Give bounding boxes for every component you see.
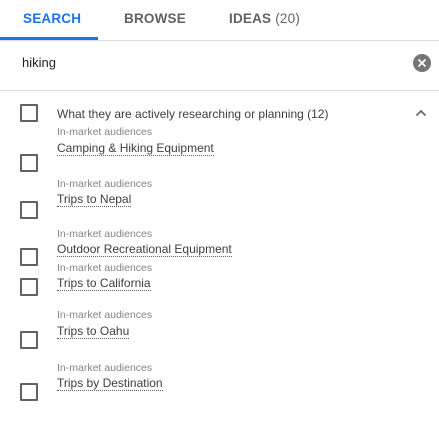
chevron-up-icon: [415, 109, 427, 117]
close-icon: [418, 59, 426, 67]
item-label[interactable]: Outdoor Recreational Equipment: [57, 243, 232, 257]
tab-ideas-count: (20): [275, 11, 301, 26]
divider: [0, 90, 439, 91]
item-checkbox[interactable]: [20, 154, 38, 172]
item-category: In-market audiences: [57, 262, 153, 274]
tab-browse[interactable]: BROWSE: [124, 11, 186, 26]
item-checkbox[interactable]: [20, 383, 38, 401]
tab-search[interactable]: SEARCH: [23, 11, 81, 26]
item-label[interactable]: Camping & Hiking Equipment: [57, 142, 214, 156]
tab-bar: SEARCH BROWSE IDEAS (20): [0, 0, 439, 40]
item-category: In-market audiences: [57, 228, 153, 240]
section-checkbox[interactable]: [20, 104, 38, 122]
item-label[interactable]: Trips to Oahu: [57, 325, 130, 339]
clear-search-button[interactable]: [413, 54, 431, 72]
search-input[interactable]: hiking: [22, 55, 56, 70]
collapse-button[interactable]: [414, 106, 428, 120]
section-title: What they are actively researching or pl…: [57, 107, 329, 121]
item-category: In-market audiences: [57, 178, 153, 190]
tab-ideas[interactable]: IDEAS (20): [229, 11, 300, 26]
item-label[interactable]: Trips to Nepal: [57, 193, 132, 207]
item-checkbox[interactable]: [20, 248, 38, 266]
item-label[interactable]: Trips to California: [57, 277, 151, 291]
item-checkbox[interactable]: [20, 201, 38, 219]
divider: [0, 40, 439, 41]
tab-ideas-label: IDEAS: [229, 11, 272, 26]
item-label[interactable]: Trips by Destination: [57, 377, 163, 391]
item-category: In-market audiences: [57, 362, 153, 374]
item-checkbox[interactable]: [20, 331, 38, 349]
item-checkbox[interactable]: [20, 278, 38, 296]
item-category: In-market audiences: [57, 309, 153, 321]
item-category: In-market audiences: [57, 126, 153, 138]
